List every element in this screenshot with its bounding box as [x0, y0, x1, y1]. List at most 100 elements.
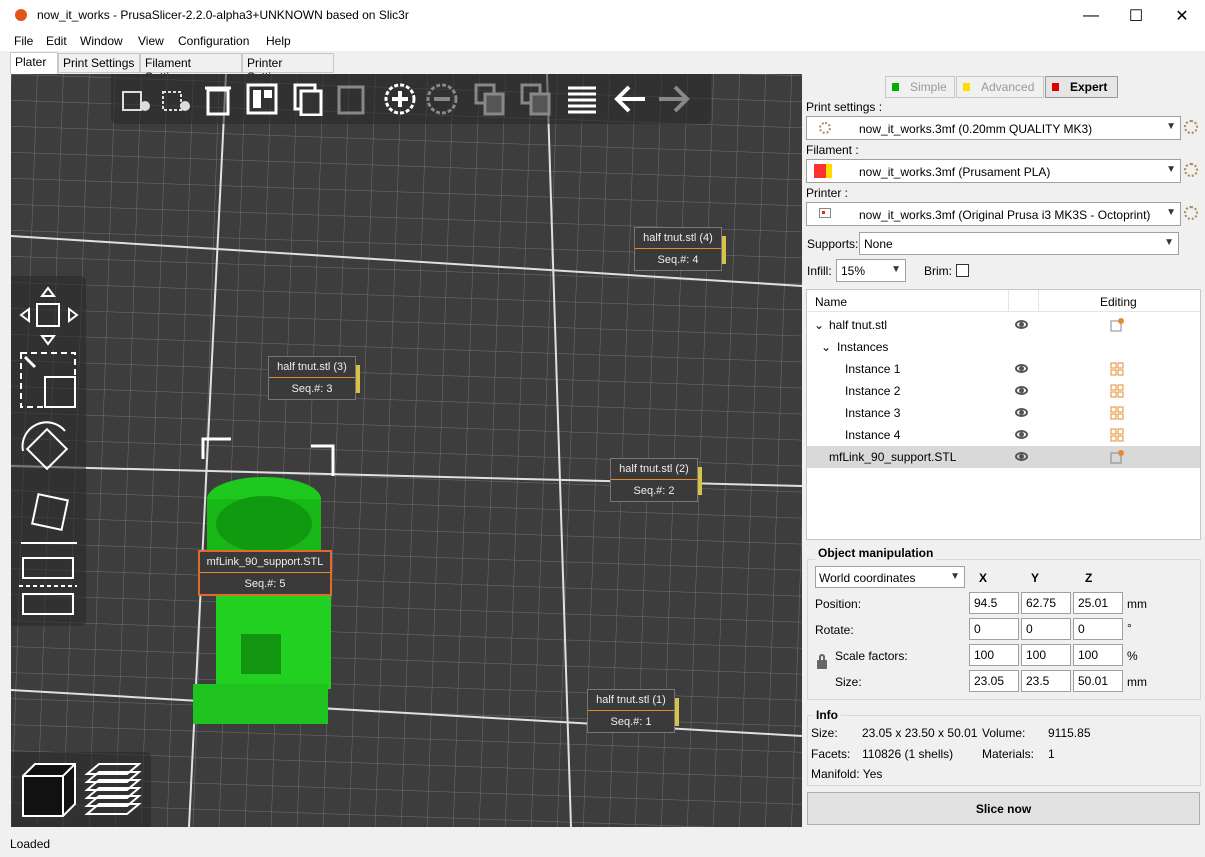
size-x-field[interactable]: 23.05 — [969, 670, 1019, 692]
add-instance-icon[interactable] — [383, 82, 417, 116]
column-editing[interactable]: Editing — [1100, 295, 1137, 309]
status-text: Loaded — [10, 837, 51, 851]
menu-configuration[interactable]: Configuration — [178, 34, 249, 48]
column-name[interactable]: Name — [815, 295, 847, 309]
object-label-seq: Seq.#: 2 — [633, 485, 675, 497]
coordinates-combo[interactable]: World coordinates ▼ — [815, 566, 965, 588]
printer-combo[interactable]: now_it_works.3mf (Original Prusa i3 MK3S… — [806, 202, 1181, 226]
info-size-value: 23.05 x 23.50 x 50.01 — [862, 726, 978, 740]
printer-gear-icon[interactable] — [1184, 206, 1198, 220]
list-item-instance-2[interactable]: Instance 2 — [807, 380, 1200, 402]
size-z-field[interactable]: 50.01 — [1073, 670, 1123, 692]
list-item-mflink[interactable]: mfLink_90_support.STL — [807, 446, 1200, 468]
tab-filament-settings[interactable]: Filament Settings — [140, 53, 242, 84]
filament-gear-icon[interactable] — [1184, 163, 1198, 177]
window-title: now_it_works - PrusaSlicer-2.2.0-alpha3+… — [37, 8, 409, 22]
mode-expert-button[interactable]: Expert — [1045, 76, 1118, 98]
scale-y-field[interactable]: 100 — [1021, 644, 1071, 666]
tab-plater[interactable]: Plater — [10, 52, 58, 74]
info-materials-value: 1 — [1048, 747, 1055, 761]
chevron-down-icon: ▼ — [1164, 237, 1174, 248]
scale-z-field[interactable]: 100 — [1073, 644, 1123, 666]
object-label-3: half tnut.stl (3) Seq.#: 3 — [268, 356, 360, 400]
supports-value: None — [864, 237, 893, 251]
mode-advanced-button[interactable]: Advanced — [956, 76, 1044, 98]
undo-icon[interactable] — [613, 82, 647, 116]
list-item-label: Instances — [837, 340, 889, 354]
settings-edit-icon[interactable] — [1110, 318, 1124, 332]
status-bar: Loaded — [0, 831, 1205, 857]
supports-combo[interactable]: None ▼ — [859, 232, 1179, 255]
eye-icon[interactable] — [1015, 452, 1028, 461]
redo-icon[interactable] — [657, 82, 691, 116]
print-gear-icon[interactable] — [1184, 120, 1198, 134]
position-y-field[interactable]: 62.75 — [1021, 592, 1071, 614]
mode-simple-button[interactable]: Simple — [885, 76, 955, 98]
instance-icon[interactable] — [1110, 384, 1124, 398]
eye-icon[interactable] — [1015, 320, 1028, 329]
slice-now-button[interactable]: Slice now — [807, 792, 1200, 825]
tab-print-settings[interactable]: Print Settings — [58, 53, 140, 73]
position-x-field[interactable]: 94.5 — [969, 592, 1019, 614]
copy-icon[interactable] — [291, 82, 325, 116]
list-item-instances[interactable]: ⌄ Instances — [807, 336, 1200, 358]
object-label-seq: Seq.#: 1 — [610, 716, 652, 728]
chevron-down-icon: ▼ — [1166, 164, 1176, 175]
3d-canvas[interactable]: half tnut.stl (4) Seq.#: 4 half tnut.stl… — [11, 74, 802, 827]
menu-window[interactable]: Window — [80, 34, 123, 48]
close-button[interactable]: ✕ — [1159, 0, 1205, 31]
eye-icon[interactable] — [1015, 364, 1028, 373]
lock-icon[interactable] — [817, 660, 827, 669]
infill-combo[interactable]: 15% ▼ — [836, 259, 906, 282]
menu-edit[interactable]: Edit — [46, 34, 67, 48]
delete-all-icon[interactable] — [201, 82, 235, 116]
rotate-y-field[interactable]: 0 — [1021, 618, 1071, 640]
minimize-button[interactable]: — — [1068, 0, 1114, 31]
scale-x-field[interactable]: 100 — [969, 644, 1019, 666]
remove-instance-icon[interactable] — [425, 82, 459, 116]
eye-icon[interactable] — [1015, 430, 1028, 439]
rotate-x-field[interactable]: 0 — [969, 618, 1019, 640]
eye-icon[interactable] — [1015, 386, 1028, 395]
list-item-instance-3[interactable]: Instance 3 — [807, 402, 1200, 424]
split-parts-icon[interactable] — [519, 82, 553, 116]
print-settings-combo[interactable]: now_it_works.3mf (0.20mm QUALITY MK3) ▼ — [806, 116, 1181, 140]
filament-combo[interactable]: now_it_works.3mf (Prusament PLA) ▼ — [806, 159, 1181, 183]
eye-icon[interactable] — [1015, 408, 1028, 417]
arrange-icon[interactable] — [245, 82, 279, 116]
add-icon[interactable] — [119, 82, 153, 116]
menu-view[interactable]: View — [138, 34, 164, 48]
size-y-field[interactable]: 23.5 — [1021, 670, 1071, 692]
infill-label: Infill: — [807, 264, 832, 278]
printer-icon — [819, 208, 831, 218]
list-item-half-tnut[interactable]: ⌄ half tnut.stl — [807, 314, 1200, 336]
list-item-instance-4[interactable]: Instance 4 — [807, 424, 1200, 446]
chevron-down-icon: ▼ — [950, 571, 960, 582]
position-z-field[interactable]: 25.01 — [1073, 592, 1123, 614]
label-marker — [675, 698, 679, 726]
printer-label: Printer : — [806, 186, 849, 200]
settings-edit-icon[interactable] — [1110, 450, 1124, 464]
instance-icon[interactable] — [1110, 406, 1124, 420]
split-objects-icon[interactable] — [473, 82, 507, 116]
menu-file[interactable]: File — [14, 34, 33, 48]
info-materials-label: Materials: — [982, 747, 1035, 761]
list-item-label: Instance 4 — [845, 428, 901, 442]
filament-color-icon — [814, 164, 826, 178]
list-item-instance-1[interactable]: Instance 1 — [807, 358, 1200, 380]
scale-label: Scale factors: — [835, 649, 908, 663]
layers-editing-icon[interactable] — [565, 82, 599, 116]
instance-icon[interactable] — [1110, 362, 1124, 376]
info-manifold: Manifold: Yes — [811, 767, 883, 781]
expand-icon[interactable]: ⌄ — [821, 340, 831, 354]
expand-icon[interactable]: ⌄ — [814, 318, 824, 332]
brim-checkbox[interactable] — [956, 264, 969, 277]
tab-printer-settings[interactable]: Printer Settings — [242, 53, 334, 84]
instance-icon[interactable] — [1110, 428, 1124, 442]
paste-icon[interactable] — [335, 82, 369, 116]
bed-grid — [11, 74, 802, 827]
rotate-z-field[interactable]: 0 — [1073, 618, 1123, 640]
maximize-button[interactable]: ☐ — [1113, 0, 1159, 31]
delete-icon[interactable] — [159, 82, 193, 116]
menu-help[interactable]: Help — [266, 34, 291, 48]
